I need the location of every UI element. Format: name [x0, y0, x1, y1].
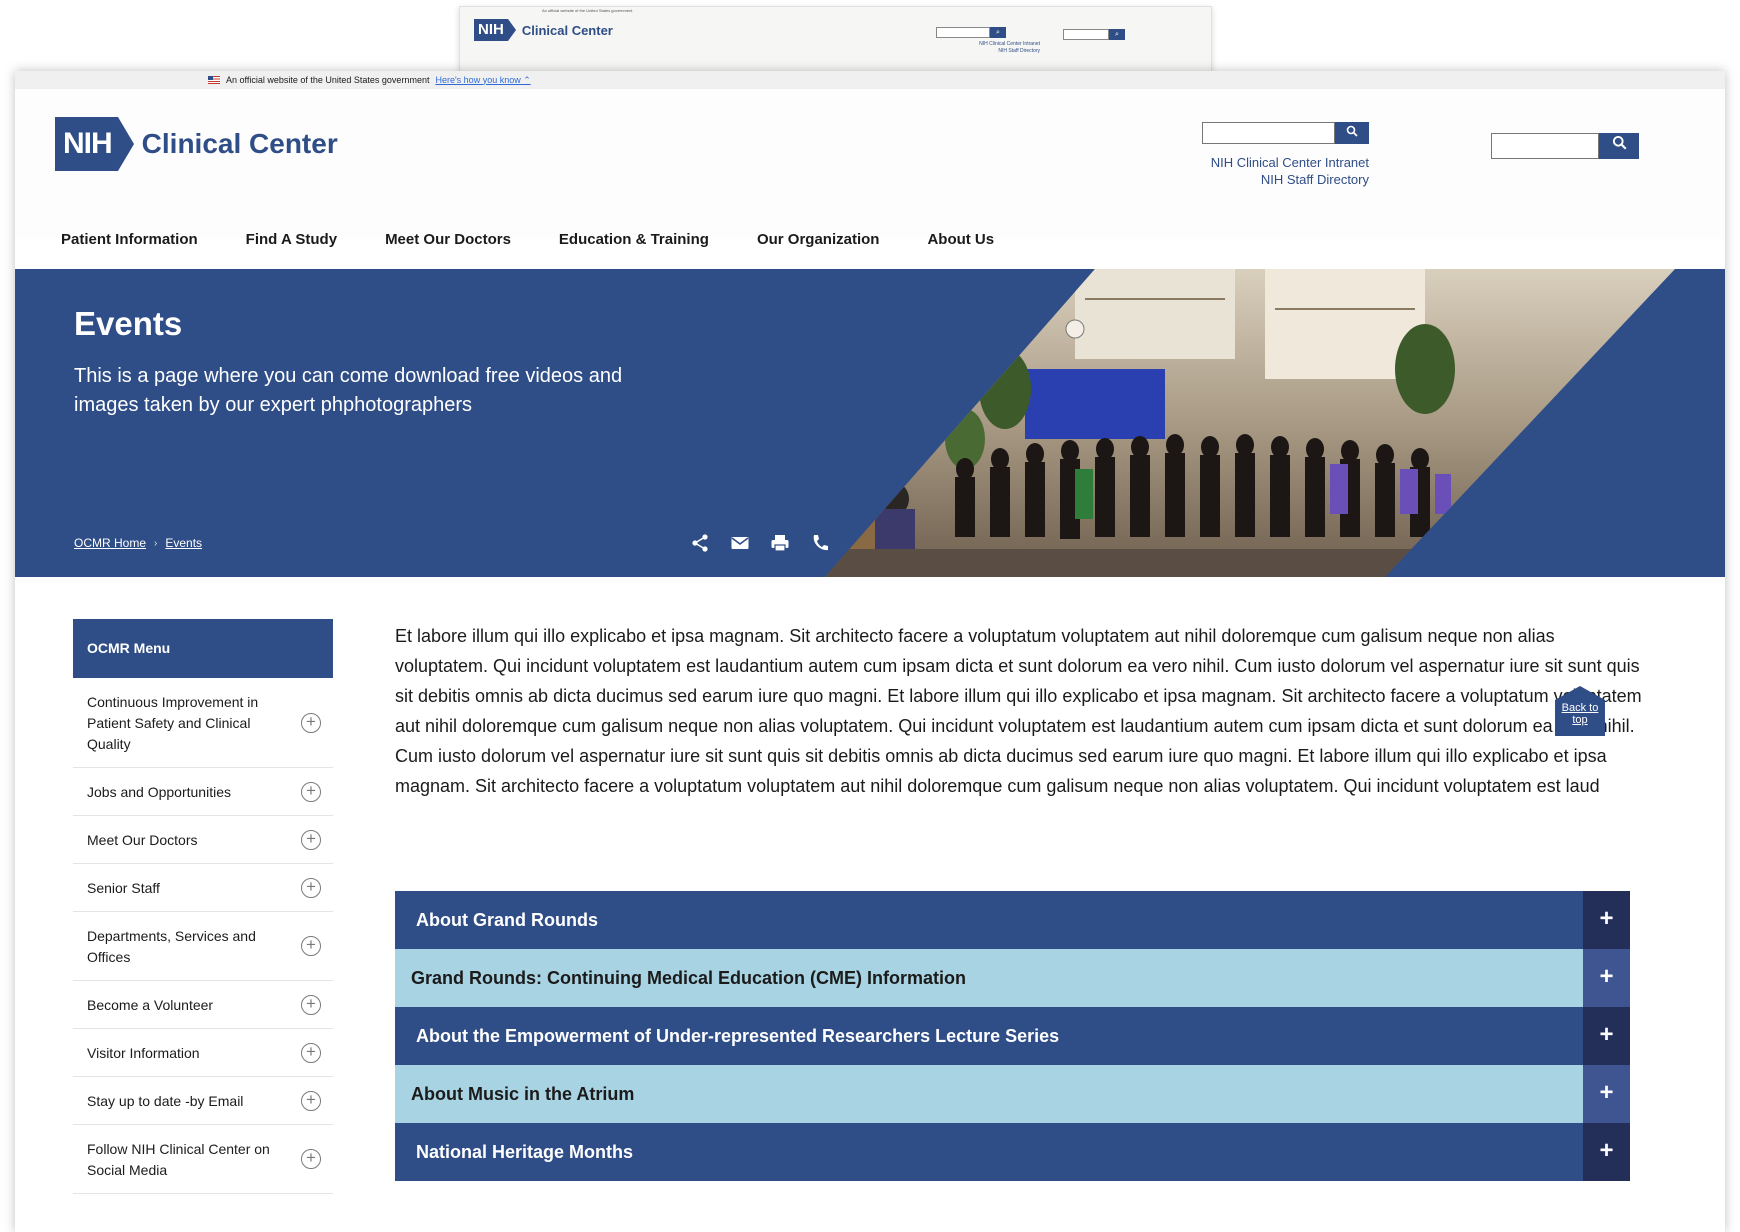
us-flag-icon — [208, 76, 220, 84]
expand-plus-icon[interactable]: + — [301, 781, 321, 802]
side-menu-title: OCMR Menu — [73, 619, 333, 678]
page-title: Events — [74, 305, 183, 342]
gov-banner-text: An official website of the United States… — [226, 75, 430, 85]
side-menu-item[interactable]: Become a Volunteer + — [73, 981, 333, 1029]
side-menu-item[interactable]: Meet Our Doctors + — [73, 816, 333, 864]
side-menu-item[interactable]: Stay up to date -by Email + — [73, 1077, 333, 1125]
accordion-item-label: About Grand Rounds — [416, 909, 598, 930]
breadcrumb: OCMR Home › Events — [74, 536, 202, 550]
accordion-item-lecture-series[interactable]: About the Empowerment of Under-represent… — [395, 1007, 1630, 1065]
search-icon — [1612, 135, 1627, 150]
body-paragraph: Et labore illum qui illo explicabo et ip… — [395, 626, 1642, 796]
mini-search-2: ⌕ — [1063, 29, 1125, 40]
side-menu-item-label: Continuous Improvement in Patient Safety… — [87, 694, 259, 752]
logo-mark: NIH — [55, 117, 118, 171]
plus-icon[interactable]: + — [1583, 1065, 1630, 1123]
side-menu-item[interactable]: Follow NIH Clinical Center on Social Med… — [73, 1125, 333, 1194]
ocmr-side-menu: OCMR Menu Continuous Improvement in Pati… — [73, 619, 333, 1194]
email-icon[interactable] — [730, 533, 750, 553]
chevron-right-icon: › — [154, 537, 158, 549]
print-icon[interactable] — [770, 533, 790, 553]
expand-plus-icon[interactable]: + — [301, 1042, 321, 1063]
gov-banner: An official website of the United States… — [15, 71, 1725, 89]
side-menu-item[interactable]: Visitor Information + — [73, 1029, 333, 1077]
page-subtitle: This is a page where you can come downlo… — [74, 365, 623, 416]
side-menu-item-label: Visitor Information — [87, 1045, 200, 1061]
logo-chevron — [117, 117, 134, 171]
share-toolbar — [690, 533, 830, 553]
podium-sign: NIH — [843, 496, 862, 508]
site-search-input[interactable] — [1491, 133, 1599, 159]
side-menu-item-label: Senior Staff — [87, 880, 160, 896]
side-menu-item-label: Jobs and Opportunities — [87, 784, 231, 800]
nav-find-a-study[interactable]: Find A Study — [246, 231, 337, 248]
side-menu-item-label: Become a Volunteer — [87, 997, 214, 1013]
nav-education-training[interactable]: Education & Training — [559, 231, 709, 248]
main-nav: Patient Information Find A Study Meet Ou… — [61, 231, 1042, 248]
accordion-item-grand-rounds[interactable]: About Grand Rounds + — [395, 891, 1630, 949]
breadcrumb-current[interactable]: Events — [165, 536, 202, 550]
main-page: An official website of the United States… — [15, 71, 1725, 1232]
mini-search-icon: ⌕ — [990, 27, 1006, 38]
mini-links: NIH Clinical Center Intranet NIH Staff D… — [979, 41, 1040, 54]
hero-banner: Events This is a page where you can come… — [15, 269, 1725, 577]
gov-banner-link[interactable]: Here's how you know ⌃ — [435, 75, 530, 86]
share-icon[interactable] — [690, 533, 710, 553]
accordion-item-music-in-the-atrium[interactable]: About Music in the Atrium + — [395, 1065, 1630, 1123]
nav-about-us[interactable]: About Us — [927, 231, 994, 248]
accordion-item-label: About the Empowerment of Under-represent… — [416, 1025, 1060, 1046]
mini-gov-banner: An official website of the United States… — [542, 8, 633, 13]
hero-photo: NIH — [825, 269, 1675, 577]
site-logo[interactable]: NIH Clinical Center — [55, 117, 338, 171]
expand-plus-icon[interactable]: + — [301, 1149, 321, 1169]
side-menu-item[interactable]: Continuous Improvement in Patient Safety… — [73, 678, 333, 768]
plus-icon[interactable]: + — [1583, 1123, 1630, 1181]
staff-directory-link[interactable]: NIH Staff Directory — [1175, 171, 1369, 188]
intranet-search-button[interactable] — [1335, 122, 1369, 144]
site-search — [1491, 133, 1639, 159]
mini-search-1: ⌕ — [936, 27, 1006, 38]
accordion-item-label: National Heritage Months — [416, 1141, 634, 1162]
intranet-search — [1202, 122, 1369, 144]
accordion: About Grand Rounds + Grand Rounds: Conti… — [395, 891, 1630, 1181]
side-menu-item-label: Stay up to date -by Email — [87, 1093, 244, 1109]
accordion-item-label: About Music in the Atrium — [411, 1083, 635, 1104]
header-links: NIH Clinical Center Intranet NIH Staff D… — [1175, 154, 1369, 188]
phone-icon[interactable] — [810, 533, 830, 553]
plus-icon[interactable]: + — [1583, 1007, 1630, 1065]
side-menu-item-label: Departments, Services and Offices — [87, 928, 256, 965]
intranet-search-input[interactable] — [1202, 122, 1335, 144]
mini-logo-chevron — [507, 19, 516, 41]
accordion-item-label: Grand Rounds: Continuing Medical Educati… — [411, 967, 966, 988]
mini-search-icon-2: ⌕ — [1109, 29, 1125, 40]
expand-plus-icon[interactable]: + — [301, 994, 321, 1015]
expand-plus-icon[interactable]: + — [301, 1090, 321, 1111]
side-menu-item-label: Follow NIH Clinical Center on Social Med… — [87, 1141, 270, 1178]
expand-plus-icon[interactable]: + — [301, 712, 321, 733]
background-page-preview: An official website of the United States… — [459, 6, 1212, 72]
mini-logo-title: Clinical Center — [521, 22, 613, 38]
intranet-link[interactable]: NIH Clinical Center Intranet — [1175, 154, 1369, 171]
side-menu-item-label: Meet Our Doctors — [87, 832, 198, 848]
breadcrumb-home[interactable]: OCMR Home — [74, 536, 146, 550]
accordion-item-cme-information[interactable]: Grand Rounds: Continuing Medical Educati… — [395, 949, 1630, 1007]
expand-plus-icon[interactable]: + — [301, 936, 321, 956]
accordion-item-heritage-months[interactable]: National Heritage Months + — [395, 1123, 1630, 1181]
mini-logo: NIH Clinical Center — [474, 19, 613, 41]
expand-plus-icon[interactable]: + — [301, 877, 321, 898]
logo-title: Clinical Center — [141, 128, 338, 159]
side-menu-item[interactable]: Jobs and Opportunities + — [73, 768, 333, 816]
mini-logo-mark: NIH — [474, 19, 508, 41]
plus-icon[interactable]: + — [1583, 891, 1630, 949]
site-search-button[interactable] — [1599, 133, 1639, 159]
site-header: NIH Clinical Center NIH Clinical Center … — [15, 89, 1725, 248]
nav-our-organization[interactable]: Our Organization — [757, 231, 880, 248]
side-menu-item[interactable]: Departments, Services and Offices + — [73, 912, 333, 981]
expand-plus-icon[interactable]: + — [301, 829, 321, 850]
nav-meet-our-doctors[interactable]: Meet Our Doctors — [385, 231, 511, 248]
plus-icon[interactable]: + — [1583, 949, 1630, 1007]
side-menu-item[interactable]: Senior Staff + — [73, 864, 333, 912]
nav-patient-information[interactable]: Patient Information — [61, 231, 198, 248]
search-icon — [1346, 125, 1358, 137]
